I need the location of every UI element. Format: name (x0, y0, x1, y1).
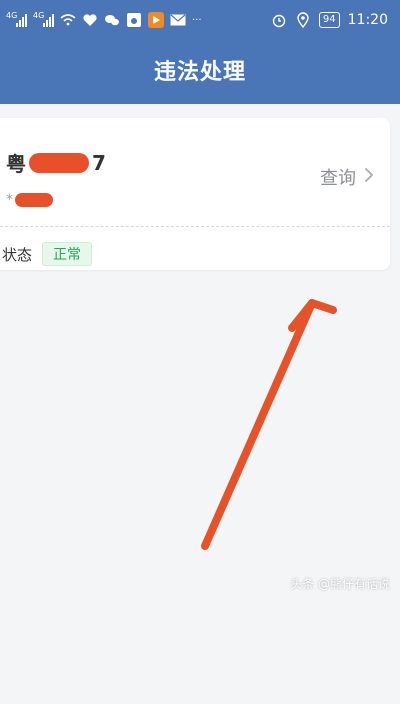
plate-suffix: 7 (92, 150, 106, 175)
alarm-icon (271, 12, 287, 28)
status-row: 状态 正常 (2, 242, 93, 266)
redaction-mark-2 (15, 193, 53, 207)
page-title: 违法处理 (153, 60, 246, 85)
dashed-divider (0, 226, 390, 227)
redaction-mark (29, 152, 89, 173)
vehicle-card[interactable]: 粤 7 * 查询 状态 正常 (0, 118, 390, 270)
status-left: 4G 4G ··· (6, 10, 202, 30)
cell-signal-icon: 4G (6, 11, 27, 27)
status-label: 状态 (2, 245, 33, 264)
battery-icon: 94 (318, 12, 340, 28)
vehicle-subtext: * (6, 192, 53, 208)
arrow-head (288, 299, 337, 332)
baidu-icon (126, 12, 142, 28)
chevron-right-icon[interactable] (364, 167, 374, 188)
annotation-arrow (201, 299, 337, 550)
status-right: 94 11:20 (271, 9, 388, 31)
video-app-icon (148, 12, 164, 28)
status-badge: 正常 (42, 242, 93, 266)
sub-prefix: * (6, 192, 13, 208)
location-icon (295, 12, 311, 28)
watermark: 头条 @熊仔有话说 (290, 577, 390, 591)
cell-signal-icon-2: 4G (33, 11, 54, 27)
network-type-2: 4G (33, 11, 45, 20)
health-icon (82, 12, 98, 28)
query-link[interactable]: 查询 (320, 164, 374, 190)
main-content: 粤 7 * 查询 状态 正常 头条 @熊仔有话说 (0, 104, 400, 600)
app-header: 违法处理 (0, 40, 400, 104)
plate-prefix: 粤 (6, 152, 26, 176)
network-type: 4G (6, 11, 18, 20)
query-label[interactable]: 查询 (320, 164, 356, 190)
mail-icon (170, 12, 186, 28)
wechat-icon (104, 12, 120, 28)
license-plate: 粤 7 (6, 148, 106, 177)
status-bar: 4G 4G ··· 94 11:20 (0, 0, 400, 40)
more-icon: ··· (192, 14, 202, 26)
clock-time: 11:20 (347, 12, 388, 28)
wifi-icon (60, 12, 76, 28)
arrow-shaft (201, 299, 316, 550)
